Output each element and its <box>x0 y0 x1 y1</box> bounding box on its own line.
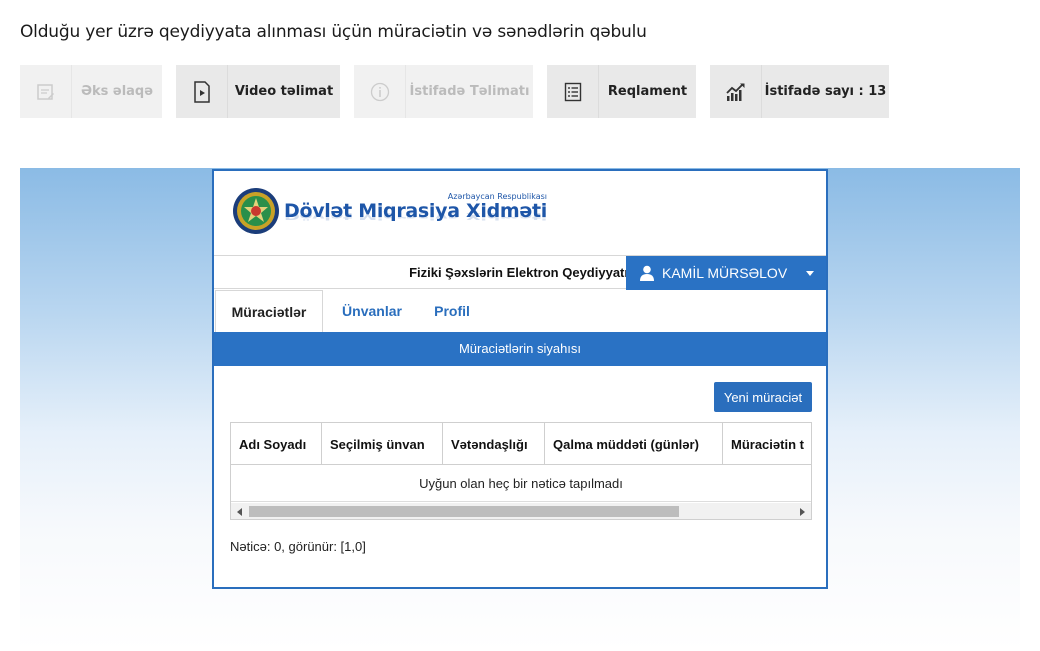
section-title: Müraciətlərin siyahısı <box>214 332 826 366</box>
regulation-button[interactable]: Reqlament <box>547 65 696 118</box>
usage-count-label: İstifadə sayı : 13 <box>764 84 887 99</box>
user-icon <box>640 265 654 281</box>
column-header[interactable]: Qalma müddəti (günlər) <box>545 423 723 465</box>
tab-addresses[interactable]: Ünvanlar <box>328 290 416 332</box>
feedback-label: Əks əlaqə <box>80 84 154 99</box>
column-header[interactable]: Adı Soyadı <box>231 423 322 465</box>
user-name: KAMİL MÜRSƏLOV <box>662 265 788 281</box>
tab-bar: Müraciətlər Ünvanlar Profil <box>214 290 826 333</box>
emblem-icon <box>233 188 279 234</box>
scrollbar-thumb[interactable] <box>249 506 679 517</box>
video-tutorial-label: Video təlimat <box>234 84 334 99</box>
feedback-icon <box>20 65 72 118</box>
tab-applications[interactable]: Müraciətlər <box>215 290 323 333</box>
chevron-down-icon <box>806 271 814 276</box>
info-icon <box>354 65 406 118</box>
list-document-icon <box>547 65 599 118</box>
system-title: Fiziki Şəxslərin Elektron Qeydiyyatı <box>409 265 628 280</box>
regulation-label: Reqlament <box>607 84 688 99</box>
horizontal-scrollbar[interactable] <box>231 503 811 519</box>
tab-profile[interactable]: Profil <box>422 290 482 332</box>
video-file-icon <box>176 65 228 118</box>
trend-chart-icon <box>710 65 762 118</box>
feedback-button[interactable]: Əks əlaqə <box>20 65 162 118</box>
table-header: Adı Soyadı Seçilmiş ünvan Vətəndaşlığı Q… <box>231 423 811 465</box>
column-header[interactable]: Müraciətin t <box>723 423 811 465</box>
video-tutorial-button[interactable]: Video təlimat <box>176 65 340 118</box>
usage-guide-button[interactable]: İstifadə Təlimatı <box>354 65 533 118</box>
result-summary: Nəticə: 0, görünür: [1,0] <box>230 539 366 554</box>
usage-count-button[interactable]: İstifadə sayı : 13 <box>710 65 889 118</box>
scroll-right-icon[interactable] <box>800 508 805 516</box>
embedded-app: Azərbaycan Respublikası Dövlət Miqrasiya… <box>212 169 828 589</box>
empty-message: Uyğun olan heç bir nəticə tapılmadı <box>231 466 811 502</box>
usage-guide-label: İstifadə Təlimatı <box>409 84 530 99</box>
column-header[interactable]: Seçilmiş ünvan <box>322 423 443 465</box>
applications-table: Adı Soyadı Seçilmiş ünvan Vətəndaşlığı Q… <box>230 422 812 520</box>
logo-reflection: Dövlət Miqrasiya Xidməti <box>284 210 548 221</box>
user-menu-button[interactable]: KAMİL MÜRSƏLOV <box>626 256 826 290</box>
system-header: Fiziki Şəxslərin Elektron Qeydiyyatı KAM… <box>214 255 826 290</box>
page-title: Olduğu yer üzrə qeydiyyata alınması üçün… <box>20 22 647 42</box>
column-header[interactable]: Vətəndaşlığı <box>443 423 545 465</box>
new-application-button[interactable]: Yeni müraciət <box>714 382 812 412</box>
scroll-left-icon[interactable] <box>237 508 242 516</box>
logo[interactable]: Azərbaycan Respublikası Dövlət Miqrasiya… <box>232 185 547 237</box>
